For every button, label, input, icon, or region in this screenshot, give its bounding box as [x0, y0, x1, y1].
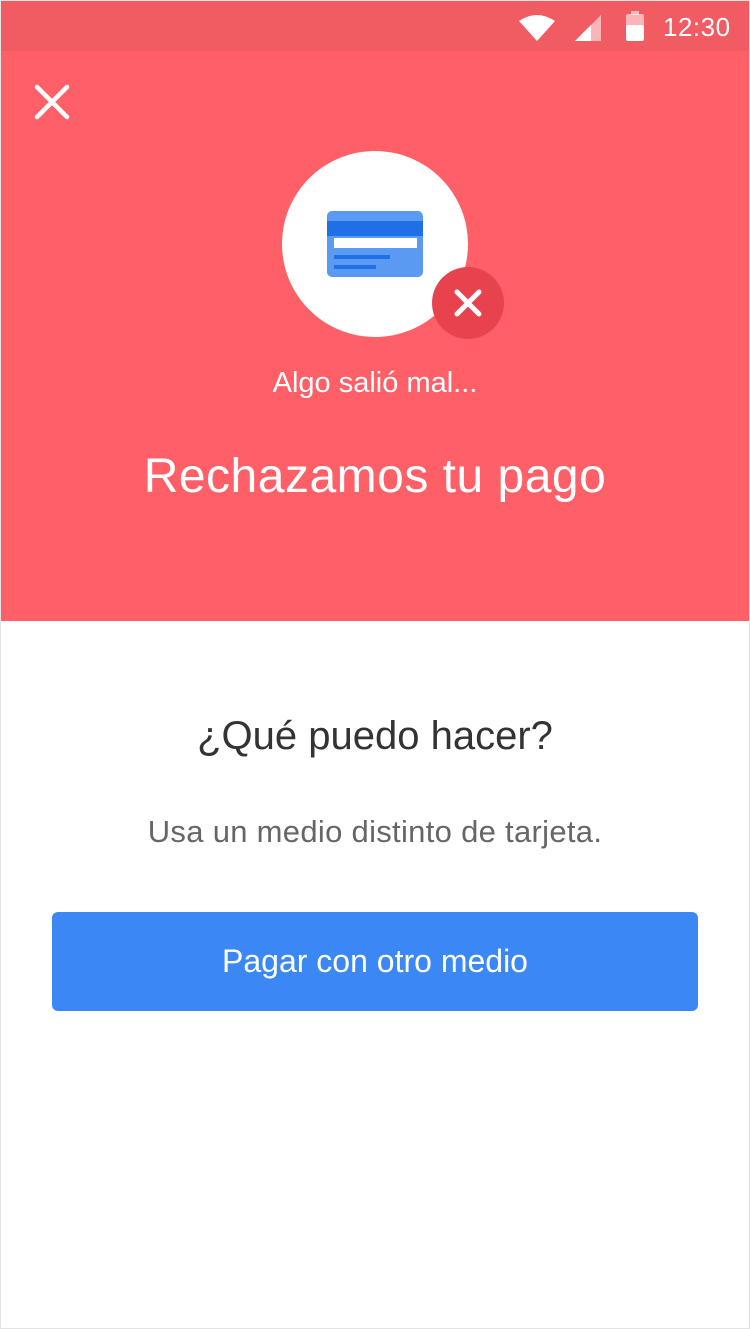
error-subtitle: Algo salió mal...: [272, 367, 478, 399]
status-bar: 12:30: [1, 1, 749, 51]
cell-signal-icon: [575, 15, 601, 46]
wifi-icon: [519, 15, 555, 46]
error-title: Rechazamos tu pago: [143, 450, 607, 503]
payment-rejected-screen: 12:30 Algo salió mal... Rechazamos tu pa…: [0, 0, 750, 1329]
close-icon[interactable]: [27, 77, 77, 127]
close-button[interactable]: [27, 77, 77, 127]
credit-card-icon: [327, 211, 423, 282]
pay-other-method-button[interactable]: Pagar con otro medio: [52, 912, 698, 1011]
error-x-icon: [454, 289, 482, 317]
battery-icon: [625, 11, 645, 46]
status-time: 12:30: [663, 12, 731, 42]
help-question: ¿Qué puedo hacer?: [197, 714, 553, 758]
help-hint: Usa un medio distinto de tarjeta.: [147, 814, 603, 849]
error-badge: [432, 267, 504, 339]
error-header: Algo salió mal... Rechazamos tu pago: [1, 51, 749, 621]
